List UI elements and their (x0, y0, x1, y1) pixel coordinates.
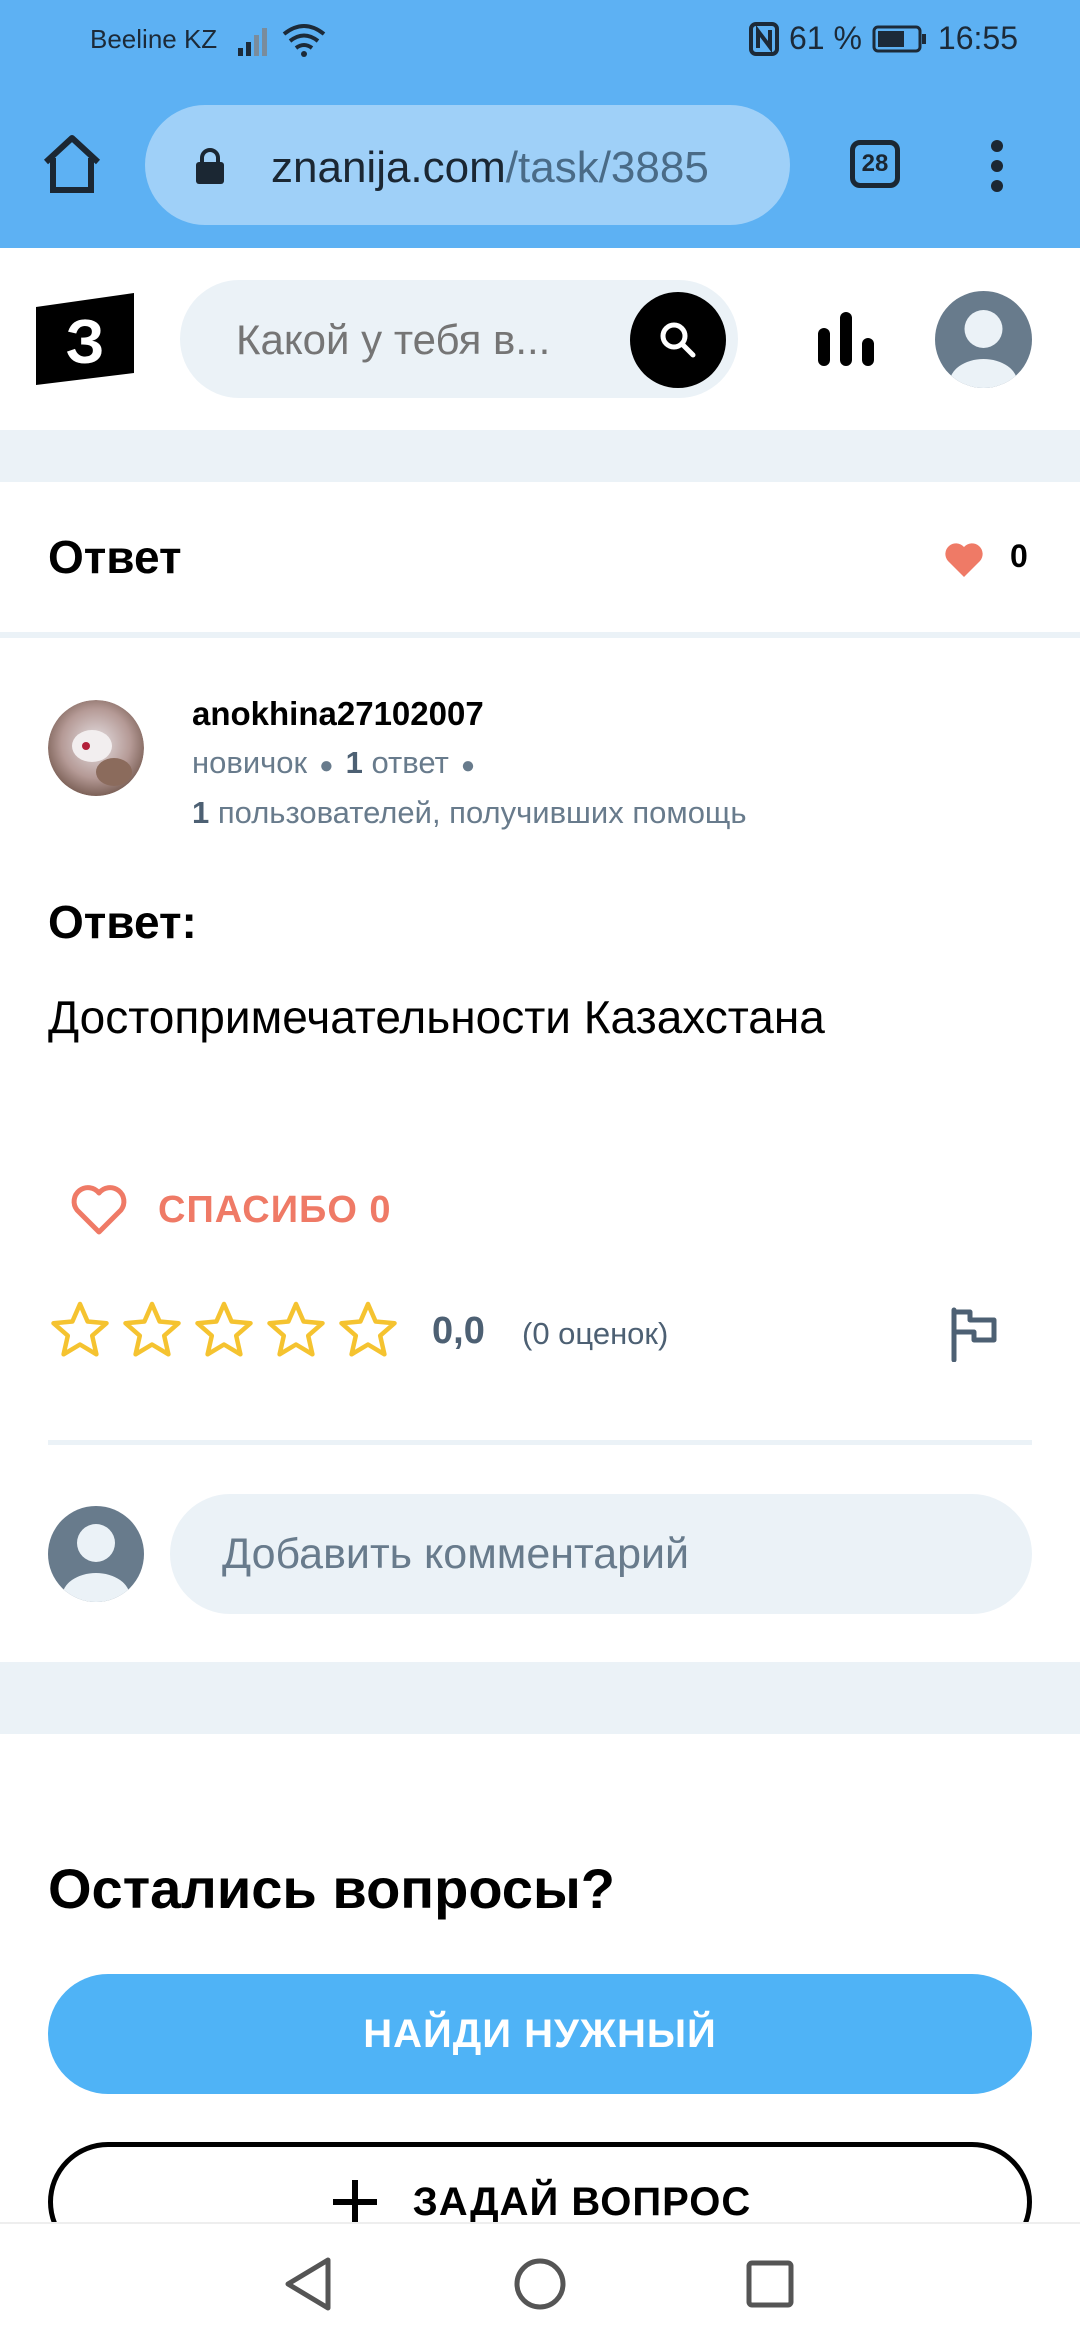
author-name[interactable]: anokhina27102007 (192, 695, 484, 733)
answers-label: ответ (371, 745, 449, 780)
author-helped-line: 1 пользователей, получивших помощь (192, 795, 747, 831)
lock-icon (196, 148, 224, 184)
znanija-logo[interactable]: З (36, 293, 134, 385)
user-avatar-icon (48, 1506, 144, 1602)
answer-label: Ответ: (48, 896, 197, 948)
status-bar: Beeline KZ 61 % 16:55 (0, 0, 1080, 82)
divider (48, 1440, 1032, 1445)
star-icon[interactable] (122, 1300, 182, 1360)
separator-dot: ● (319, 752, 334, 779)
home-nav-icon[interactable] (513, 2257, 567, 2311)
author-avatar[interactable] (48, 700, 144, 796)
star-icon[interactable] (338, 1300, 398, 1360)
heart-icon[interactable] (944, 542, 984, 578)
address-bar[interactable]: znanija.com/task/3885 (145, 105, 790, 225)
carrier-name: Beeline KZ (90, 24, 218, 54)
url-path: /task/3885 (505, 143, 709, 192)
rating-value: 0,0 (432, 1310, 485, 1352)
tabs-count-button[interactable]: 28 (850, 140, 900, 188)
find-answer-button[interactable]: НАЙДИ НУЖНЫЙ (48, 1974, 1032, 2094)
clock: 16:55 (937, 20, 1018, 56)
search-icon (660, 322, 696, 358)
comment-input[interactable] (170, 1494, 1032, 1614)
star-icon[interactable] (50, 1300, 110, 1360)
questions-title: Остались вопросы? (48, 1857, 615, 1920)
search-button[interactable] (630, 292, 726, 388)
helped-label: пользователей, получивших помощь (217, 795, 747, 830)
rating-stars[interactable] (50, 1300, 398, 1360)
logo-letter: З (66, 308, 105, 377)
recents-icon[interactable] (746, 2260, 794, 2308)
ask-question-label: ЗАДАЙ ВОПРОС (412, 2179, 752, 2224)
helped-count: 1 (192, 795, 210, 830)
author-rank: новичок (192, 745, 308, 780)
url-text[interactable]: znanija.com/task/3885 (271, 143, 771, 193)
answer-section-title: Ответ (48, 531, 182, 583)
profile-avatar-icon[interactable] (935, 291, 1032, 388)
search-box[interactable] (180, 280, 738, 400)
browser-toolbar: znanija.com/task/3885 28 (0, 82, 1080, 248)
search-input[interactable] (234, 280, 618, 400)
answer-header: Ответ 0 (0, 482, 1080, 638)
more-vert-icon[interactable] (985, 138, 1009, 194)
nfc-icon (748, 21, 779, 56)
author-rank-line: новичок ● 1 ответ ● (192, 745, 487, 781)
battery-percent: 61 % (788, 20, 862, 56)
star-icon[interactable] (194, 1300, 254, 1360)
status-right: 61 % 16:55 (748, 20, 1018, 57)
heart-outline-icon (71, 1185, 127, 1235)
back-icon[interactable] (282, 2256, 334, 2312)
thanks-label: СПАСИБО 0 (158, 1188, 392, 1231)
separator-dot: ● (460, 752, 476, 779)
stats-icon[interactable] (816, 312, 876, 366)
site-header: З (0, 248, 1080, 430)
home-icon[interactable] (40, 132, 104, 196)
plus-icon (332, 2180, 377, 2224)
system-nav-bar (0, 2222, 1080, 2340)
answers-count: 1 (345, 745, 363, 780)
author-photo (48, 700, 144, 796)
answer-text: Достопримечательности Казахстана (48, 991, 825, 1043)
thanks-button[interactable]: СПАСИБО 0 (70, 1180, 392, 1240)
separator-band (0, 430, 1080, 482)
report-flag-icon[interactable] (948, 1306, 1000, 1362)
star-icon[interactable] (266, 1300, 326, 1360)
wifi-icon (282, 24, 326, 57)
signal-icon (238, 28, 267, 56)
favorites-count: 0 (1010, 538, 1028, 574)
rating-count: (0 оценок) (522, 1316, 669, 1351)
separator-band (0, 1662, 1080, 1734)
battery-icon (872, 25, 926, 52)
url-host: znanija.com (271, 143, 506, 192)
